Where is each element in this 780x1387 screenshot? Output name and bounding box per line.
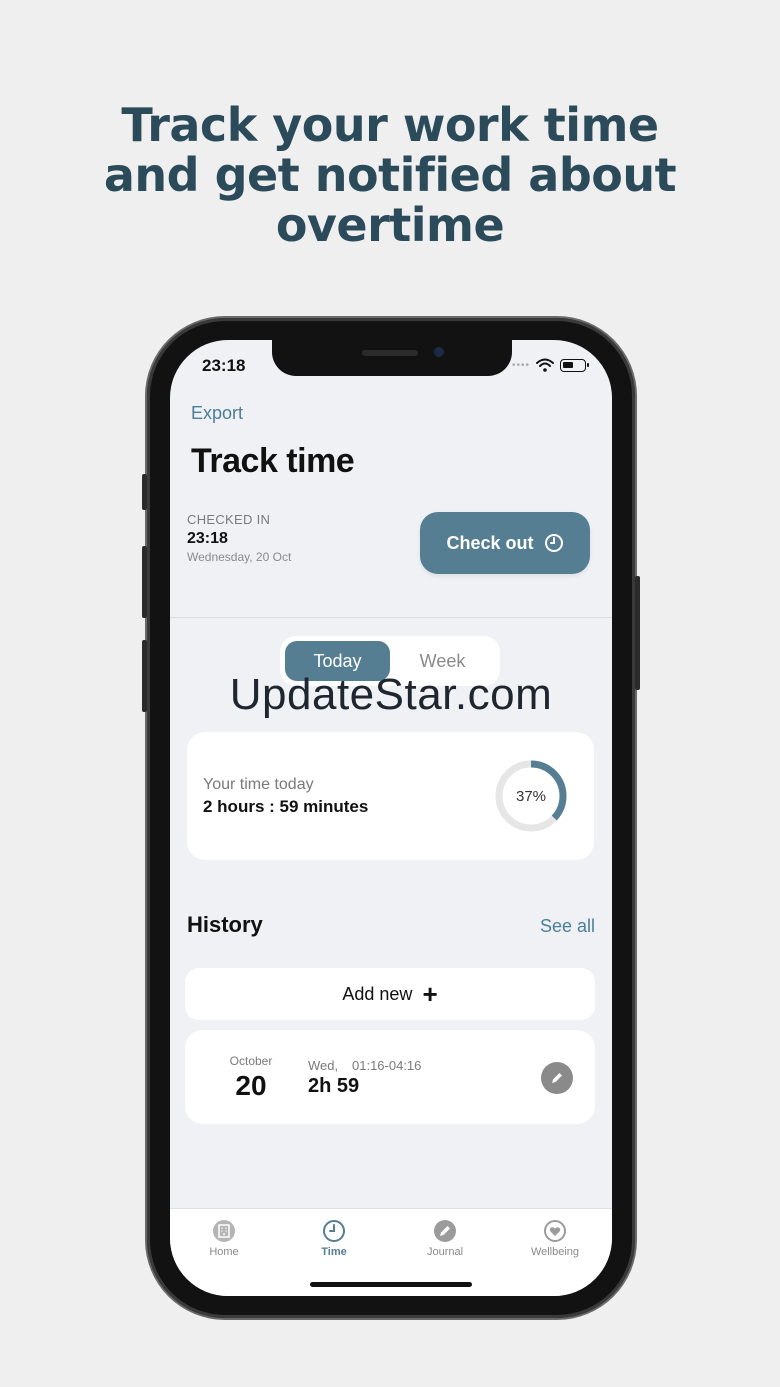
headline-line-3: overtime [275,198,505,252]
check-out-button[interactable]: Check out [420,512,590,574]
entry-weekday: Wed, [308,1058,339,1073]
plus-icon: + [422,979,438,1009]
page-title: Track time [191,442,355,480]
checkin-label: CHECKED IN [187,512,271,527]
checkin-date: Wednesday, 20 Oct [187,550,292,564]
entry-time-range: 01:16-04:16 [352,1058,422,1073]
phone-frame: 23:18 •••• Export Track time CHECKED IN … [142,318,640,1318]
entry-duration: 2h 59 [308,1075,360,1097]
check-out-label: Check out [446,532,534,553]
add-new-label: Add new [342,983,413,1004]
building-icon [213,1220,235,1242]
clock-icon [323,1220,345,1242]
volume-down-button [142,640,147,712]
pencil-icon [552,1073,562,1083]
heart-icon [544,1220,566,1242]
history-title: History [187,912,263,937]
export-link[interactable]: Export [191,403,243,424]
entry-day: 20 [235,1070,267,1101]
status-indicators: •••• [511,358,589,372]
pencil-icon [434,1220,456,1242]
notch [272,340,512,376]
wifi-icon [536,358,554,372]
tab-time[interactable]: Time [294,1219,374,1258]
watermark: UpdateStar.com [229,670,553,719]
today-label: Your time today [203,776,314,793]
progress-text: 37% [516,788,546,805]
checkin-status: CHECKED IN 23:18 Wednesday, 20 Oct [187,512,291,564]
history-entry[interactable]: October 20 Wed, 01:16-04:16 2h 59 [185,1030,595,1124]
section-divider [170,617,612,618]
speaker-grille [362,350,418,356]
edit-entry-button[interactable] [541,1062,573,1094]
mute-switch [142,474,147,510]
tab-home-label: Home [209,1246,239,1258]
home-indicator [310,1282,472,1287]
entry-month: October [229,1054,273,1068]
tab-wellbeing[interactable]: Wellbeing [515,1219,595,1258]
app-screen: 23:18 •••• Export Track time CHECKED IN … [170,340,612,1296]
signal-icon: •••• [511,359,530,371]
tab-journal-label: Journal [426,1246,464,1258]
clock-icon [544,534,563,552]
tab-journal[interactable]: Journal [405,1219,485,1258]
add-new-button[interactable]: Add new + [185,968,595,1020]
see-all-link[interactable]: See all [540,916,595,937]
power-button [635,576,640,690]
today-duration: 2 hours : 59 minutes [203,797,369,816]
checkin-time: 23:18 [187,530,228,547]
volume-up-button [142,546,147,618]
headline-line-1: Track your work time [121,98,659,152]
promo-headline: Track your work time and get notified ab… [0,100,780,250]
tab-home[interactable]: Home [184,1219,264,1258]
today-summary-card: Your time today 2 hours : 59 minutes 37% [187,732,594,860]
tab-time-label: Time [321,1246,347,1258]
front-camera [434,347,444,357]
battery-icon [560,358,589,372]
progress-ring: 37% [495,760,567,832]
status-time: 23:18 [202,356,246,375]
headline-line-2: and get notified about [103,148,677,202]
tab-wellbeing-label: Wellbeing [530,1246,580,1258]
